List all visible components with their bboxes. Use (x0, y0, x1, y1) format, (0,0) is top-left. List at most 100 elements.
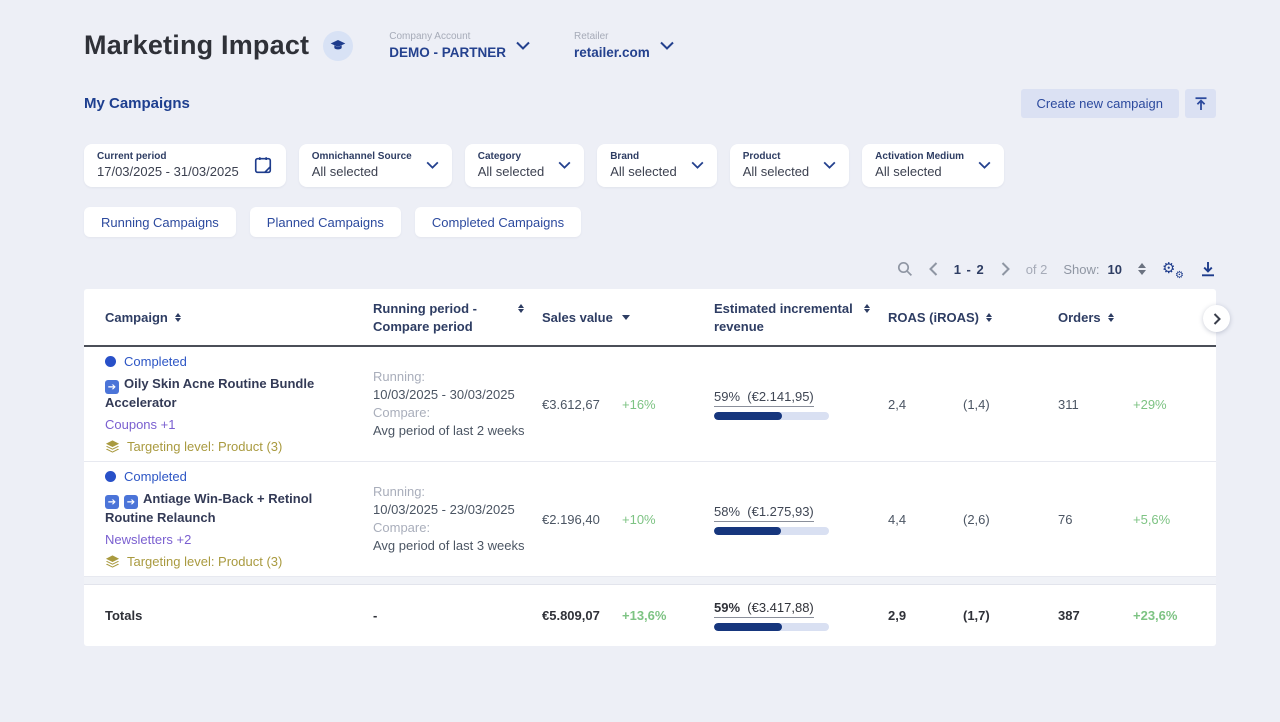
chevron-left-icon[interactable] (929, 262, 938, 276)
filter-value: All selected (610, 164, 676, 179)
retailer-value: retailer.com (574, 45, 650, 60)
pagination-range: 1 - 2 (954, 262, 985, 277)
campaign-name-link[interactable]: ➔Oily Skin Acne Routine Bundle Accelerat… (105, 375, 359, 412)
filter-label: Category (478, 151, 544, 162)
company-account-select[interactable]: Company Account DEMO - PARTNER (389, 31, 530, 60)
totals-orders-value: 387 (1058, 608, 1133, 623)
totals-incremental-cell: 59% (€3.417,88) (714, 600, 888, 631)
column-label: revenue (714, 318, 888, 335)
company-account-label: Company Account (389, 31, 506, 42)
column-header-incremental-revenue[interactable]: Estimated incremental revenue (714, 300, 888, 335)
iroas-value: (2,6) (963, 512, 990, 527)
page-size-stepper[interactable] (1138, 263, 1146, 275)
sales-value: €3.612,67 (542, 397, 622, 412)
totals-roas-cell: 2,9 (1,7) (888, 608, 1058, 623)
status-label: Completed (124, 468, 187, 485)
status-dot-icon (105, 356, 116, 367)
totals-orders-cell: 387 +23,6% (1058, 608, 1195, 623)
roas-value: 2,4 (888, 397, 963, 412)
status-label: Completed (124, 353, 187, 370)
column-header-running-period[interactable]: Running period - Compare period (373, 300, 542, 335)
sort-icon[interactable] (518, 304, 524, 313)
column-header-orders[interactable]: Orders (1058, 310, 1195, 325)
campaign-name-link[interactable]: ➔➔Antiage Win-Back + Retinol Routine Rel… (105, 490, 359, 527)
column-label: Compare period (373, 318, 542, 335)
incremental-revenue-cell: 59% (€2.141,95) (714, 389, 888, 420)
pagination-total: of 2 (1026, 262, 1048, 277)
filter-label: Product (743, 151, 809, 162)
filter-value: All selected (743, 164, 809, 179)
calendar-icon (253, 155, 273, 175)
retailer-select[interactable]: Retailer retailer.com (574, 31, 674, 60)
chevron-down-icon (516, 41, 530, 50)
chevron-down-icon (691, 161, 704, 169)
column-header-sales-value[interactable]: Sales value (542, 310, 714, 325)
column-label: Running period - (373, 300, 477, 317)
table-scroll-right-button[interactable] (1203, 305, 1230, 332)
iroas-value: (1,4) (963, 397, 990, 412)
column-header-campaign[interactable]: Campaign (105, 310, 373, 325)
progress-bar (714, 412, 829, 420)
targeting-label: Targeting level: Product (3) (127, 553, 282, 570)
filters-row: Current period 17/03/2025 - 31/03/2025 O… (84, 144, 1216, 187)
search-icon[interactable] (897, 261, 913, 277)
chevron-down-icon (978, 161, 991, 169)
column-label: Sales value (542, 310, 613, 325)
chevron-down-icon (426, 161, 439, 169)
sort-descending-icon[interactable] (622, 315, 630, 320)
filter-current-period[interactable]: Current period 17/03/2025 - 31/03/2025 (84, 144, 286, 187)
filter-brand[interactable]: Brand All selected (597, 144, 716, 187)
targeting-label: Targeting level: Product (3) (127, 438, 282, 455)
column-label: Campaign (105, 310, 168, 325)
chevron-down-icon (660, 41, 674, 50)
sort-icon[interactable] (1108, 313, 1114, 322)
column-label: Orders (1058, 310, 1101, 325)
chevron-right-icon[interactable] (1001, 262, 1010, 276)
roas-value: 4,4 (888, 512, 963, 527)
page-size-value[interactable]: 10 (1108, 262, 1122, 277)
incremental-amount: (€1.275,93) (747, 504, 814, 519)
filter-product[interactable]: Product All selected (730, 144, 849, 187)
period-cell: Running: 10/03/2025 - 30/03/2025 Compare… (373, 368, 542, 440)
period-cell: Running: 10/03/2025 - 23/03/2025 Compare… (373, 483, 542, 555)
filter-omnichannel-source[interactable]: Omnichannel Source All selected (299, 144, 452, 187)
totals-sales-value: €5.809,07 (542, 608, 622, 623)
media-link[interactable]: Newsletters +2 (105, 531, 359, 548)
sort-icon[interactable] (175, 313, 181, 322)
sort-icon[interactable] (986, 313, 992, 322)
tab-planned-campaigns[interactable]: Planned Campaigns (250, 207, 401, 237)
upload-button[interactable] (1185, 89, 1216, 118)
status-badge: Completed (105, 353, 359, 370)
filter-label: Brand (610, 151, 676, 162)
create-new-campaign-button[interactable]: Create new campaign (1021, 89, 1179, 118)
chevron-down-icon (823, 161, 836, 169)
media-link[interactable]: Coupons +1 (105, 416, 359, 433)
graduation-cap-icon[interactable] (323, 31, 353, 61)
orders-value: 76 (1058, 512, 1133, 527)
incremental-amount: (€3.417,88) (747, 600, 814, 615)
campaign-cell: Completed ➔➔Antiage Win-Back + Retinol R… (105, 468, 373, 571)
download-icon[interactable] (1200, 261, 1216, 277)
sales-delta: +10% (622, 512, 656, 527)
status-dot-icon (105, 471, 116, 482)
column-header-roas[interactable]: ROAS (iROAS) (888, 310, 1058, 325)
tab-completed-campaigns[interactable]: Completed Campaigns (415, 207, 581, 237)
campaign-cell: Completed ➔Oily Skin Acne Routine Bundle… (105, 353, 373, 456)
filter-value: All selected (478, 164, 544, 179)
status-badge: Completed (105, 468, 359, 485)
progress-bar-fill (714, 623, 782, 631)
filter-value: All selected (875, 164, 964, 179)
totals-sales-delta: +13,6% (622, 608, 666, 623)
running-dates: 10/03/2025 - 23/03/2025 (373, 501, 542, 519)
settings-gears-icon[interactable]: ⚙⚙ (1162, 259, 1184, 279)
tab-running-campaigns[interactable]: Running Campaigns (84, 207, 236, 237)
orders-value: 311 (1058, 397, 1133, 412)
orders-cell: 311 +29% (1058, 397, 1195, 412)
filter-activation-medium[interactable]: Activation Medium All selected (862, 144, 1004, 187)
chevron-right-icon (1213, 313, 1221, 325)
sort-icon[interactable] (864, 304, 870, 313)
filter-category[interactable]: Category All selected (465, 144, 584, 187)
section-title: My Campaigns (84, 95, 190, 112)
progress-bar-fill (714, 527, 781, 535)
totals-sales-cell: €5.809,07 +13,6% (542, 608, 714, 623)
